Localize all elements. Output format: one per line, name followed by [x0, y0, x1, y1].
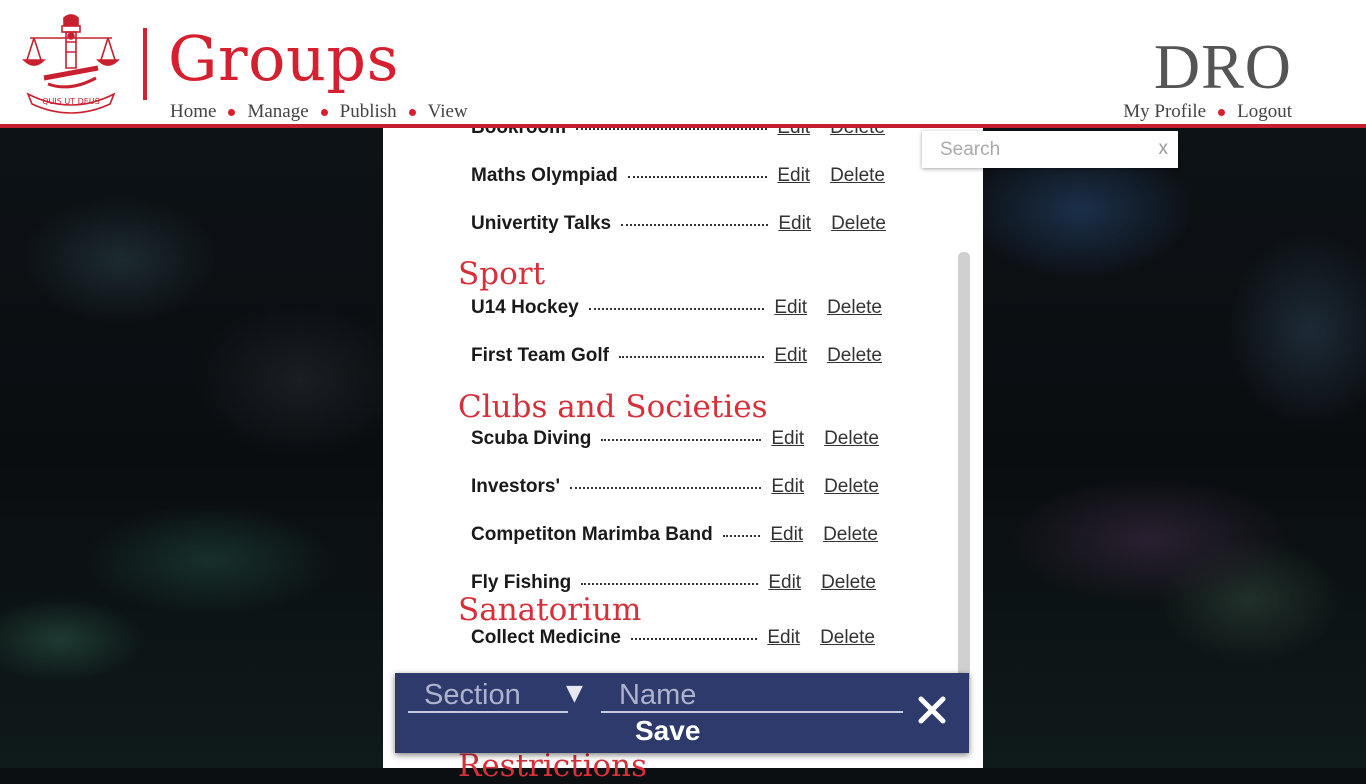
edit-link[interactable]: Edit [777, 165, 810, 187]
section-select-value: Section [424, 679, 521, 711]
section-select[interactable]: Section [408, 679, 568, 713]
group-row: Scuba Diving Edit Delete [471, 428, 879, 452]
group-row: Competiton Marimba Band Edit Delete [471, 524, 878, 548]
nav-separator [1218, 108, 1226, 116]
close-icon[interactable] [915, 693, 949, 727]
nav-separator [408, 108, 416, 116]
dot-leader [576, 128, 768, 130]
header-divider [143, 28, 147, 100]
group-name: Univertity Talks [471, 213, 612, 234]
search-box: x [922, 131, 1178, 168]
edit-link[interactable]: Edit [778, 213, 811, 235]
group-name: First Team Golf [471, 345, 609, 366]
delete-link[interactable]: Delete [820, 627, 875, 649]
delete-link[interactable]: Delete [821, 572, 876, 594]
section-heading-sport: Sport [458, 256, 546, 292]
section-heading-clubs: Clubs and Societies [458, 389, 768, 425]
delete-link[interactable]: Delete [827, 297, 882, 319]
nav-logout[interactable]: Logout [1237, 101, 1292, 123]
edit-link[interactable]: Edit [767, 627, 800, 649]
delete-link[interactable]: Delete [830, 165, 885, 187]
school-crest-logo: QUIS UT DEUS [22, 14, 120, 114]
section-heading-sanatorium: Sanatorium [458, 592, 642, 628]
nav-view[interactable]: View [428, 101, 468, 123]
group-row: Collect Medicine Edit Delete [471, 627, 875, 651]
edit-link[interactable]: Edit [771, 428, 804, 450]
edit-link[interactable]: Edit [774, 297, 807, 319]
name-input[interactable] [617, 677, 901, 713]
nav-separator [320, 108, 328, 116]
group-row: Univertity Talks Edit Delete [471, 213, 886, 237]
dot-leader [581, 583, 759, 585]
section-heading-restrictions: Restrictions [458, 748, 648, 784]
crest-motto: QUIS UT DEUS [42, 97, 100, 106]
dot-leader [722, 535, 761, 537]
dot-leader [621, 224, 769, 226]
group-name: Fly Fishing [471, 572, 572, 593]
clear-search-icon[interactable]: x [1159, 138, 1169, 160]
group-row: First Team Golf Edit Delete [471, 345, 882, 369]
nav-publish[interactable]: Publish [340, 101, 397, 123]
add-group-form: Section ▼ Save [395, 673, 969, 753]
dot-leader [570, 487, 762, 489]
group-row: Investors' Edit Delete [471, 476, 879, 500]
page-title: Groups [168, 22, 399, 95]
name-field-wrapper [601, 677, 903, 713]
brand-logo: DRO [1153, 31, 1292, 102]
delete-link[interactable]: Delete [831, 213, 886, 235]
nav-separator [228, 108, 236, 116]
dot-leader [588, 308, 765, 310]
edit-link[interactable]: Edit [774, 345, 807, 367]
nav-manage[interactable]: Manage [247, 101, 308, 123]
dot-leader [627, 176, 768, 178]
edit-link[interactable]: Edit [771, 476, 804, 498]
nav-my-profile[interactable]: My Profile [1123, 101, 1206, 123]
group-name: Investors' [471, 476, 560, 497]
site-header: QUIS UT DEUS Groups Home Manage Publish … [0, 0, 1366, 128]
delete-link[interactable]: Delete [824, 428, 879, 450]
group-name: U14 Hockey [471, 297, 579, 318]
user-nav: My Profile Logout [1123, 101, 1292, 123]
nav-home[interactable]: Home [170, 101, 216, 123]
group-row: Maths Olympiad Edit Delete [471, 165, 885, 189]
edit-link[interactable]: Edit [768, 572, 801, 594]
group-name: Collect Medicine [471, 627, 621, 648]
dot-leader [601, 439, 762, 441]
dropdown-caret-icon[interactable]: ▼ [566, 681, 583, 706]
group-name: Scuba Diving [471, 428, 592, 449]
edit-link[interactable]: Edit [770, 524, 803, 546]
delete-link[interactable]: Delete [823, 524, 878, 546]
main-nav: Home Manage Publish View [170, 101, 468, 123]
search-input[interactable] [938, 137, 1142, 163]
save-button[interactable]: Save [635, 715, 700, 747]
scrollbar-thumb[interactable] [958, 252, 970, 682]
delete-link[interactable]: Delete [827, 345, 882, 367]
delete-link[interactable]: Delete [824, 476, 879, 498]
group-name: Competiton Marimba Band [471, 524, 713, 545]
group-name: Maths Olympiad [471, 165, 618, 186]
dot-leader [618, 356, 765, 358]
group-row: U14 Hockey Edit Delete [471, 297, 882, 321]
dot-leader [630, 638, 758, 640]
